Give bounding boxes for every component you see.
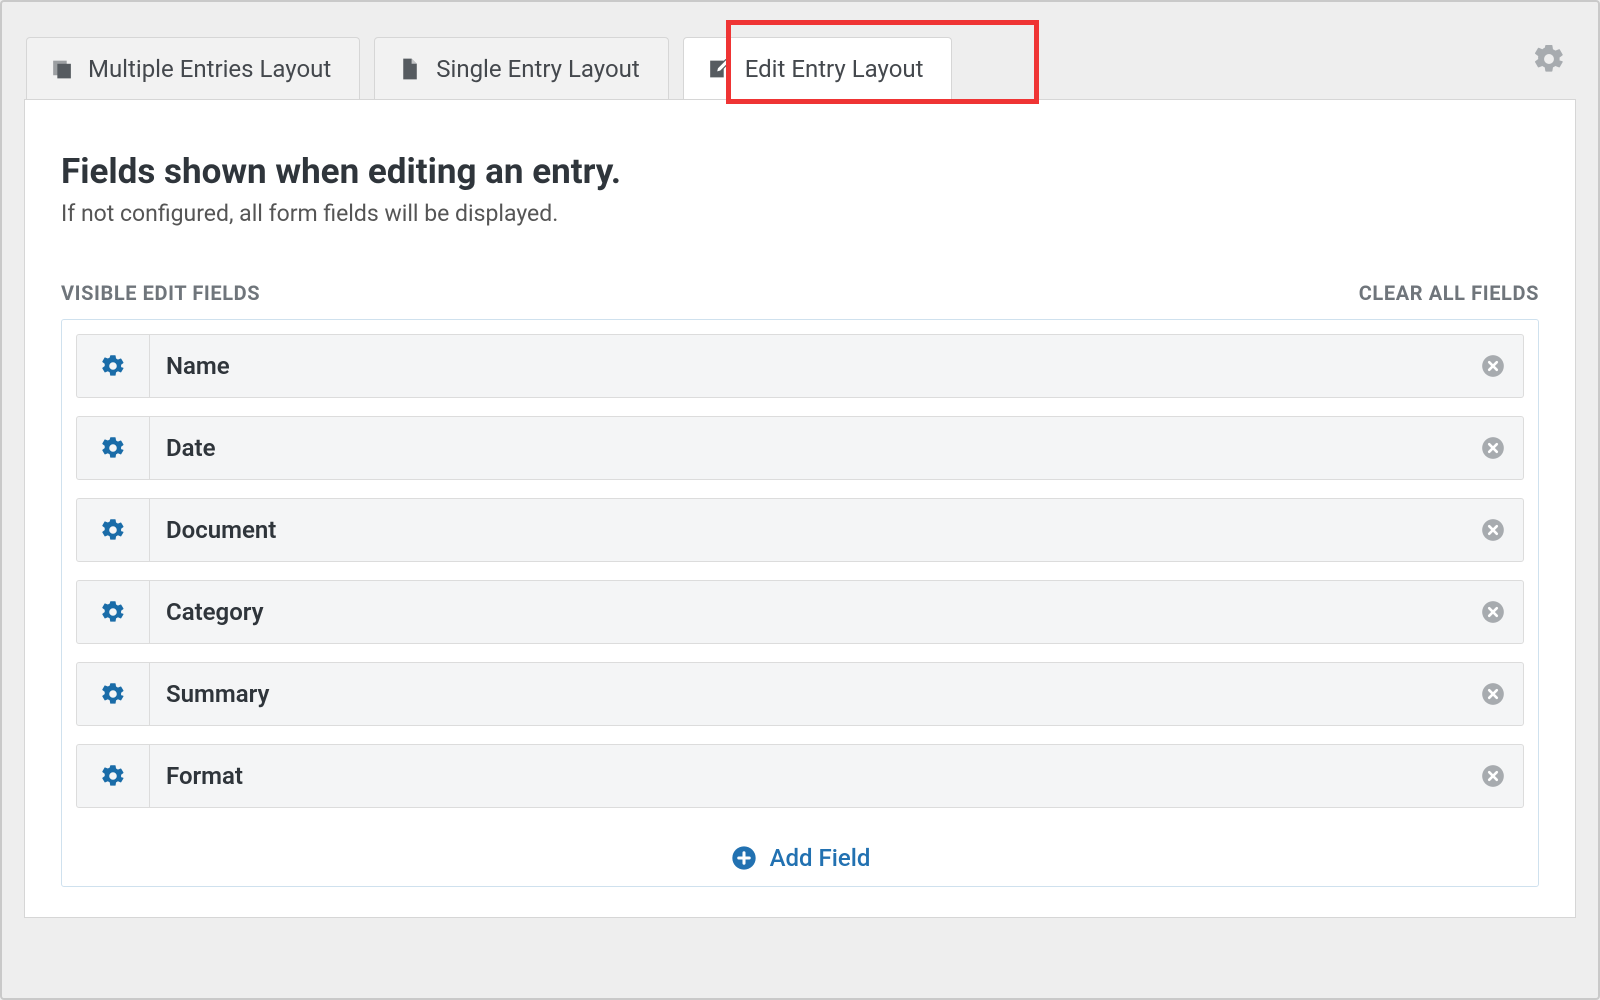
- close-icon: [1480, 353, 1506, 379]
- edit-icon: [706, 56, 731, 81]
- close-icon: [1480, 435, 1506, 461]
- field-remove-button[interactable]: [1463, 663, 1523, 725]
- field-remove-button[interactable]: [1463, 745, 1523, 807]
- close-icon: [1480, 599, 1506, 625]
- field-remove-button[interactable]: [1463, 417, 1523, 479]
- field-settings-button[interactable]: [77, 335, 150, 397]
- gear-icon: [100, 517, 126, 543]
- fields-dropzone[interactable]: Name Date: [61, 319, 1539, 887]
- field-label[interactable]: Date: [150, 417, 1463, 479]
- page-title: Fields shown when editing an entry.: [61, 152, 1539, 192]
- add-field-label: Add Field: [770, 844, 871, 872]
- field-label[interactable]: Name: [150, 335, 1463, 397]
- field-settings-button[interactable]: [77, 663, 150, 725]
- gear-icon: [100, 681, 126, 707]
- edit-layout-panel: Fields shown when editing an entry. If n…: [24, 100, 1576, 918]
- stack-icon: [49, 56, 74, 81]
- field-row[interactable]: Name: [76, 334, 1524, 398]
- visible-fields-label: Visible Edit Fields: [61, 281, 260, 305]
- field-label[interactable]: Summary: [150, 663, 1463, 725]
- field-label[interactable]: Category: [150, 581, 1463, 643]
- gear-icon: [100, 353, 126, 379]
- tab-edit-entry[interactable]: Edit Entry Layout: [683, 37, 953, 99]
- gear-icon: [100, 763, 126, 789]
- gear-icon: [100, 599, 126, 625]
- field-settings-button[interactable]: [77, 581, 150, 643]
- tab-strip: Multiple Entries Layout Single Entry Lay…: [24, 24, 1576, 100]
- field-settings-button[interactable]: [77, 417, 150, 479]
- close-icon: [1480, 763, 1506, 789]
- gear-icon: [1532, 42, 1566, 76]
- field-settings-button[interactable]: [77, 745, 150, 807]
- page-subtitle: If not configured, all form fields will …: [61, 200, 1539, 227]
- close-icon: [1480, 517, 1506, 543]
- field-remove-button[interactable]: [1463, 499, 1523, 561]
- tab-label: Multiple Entries Layout: [88, 55, 331, 83]
- gear-icon: [100, 435, 126, 461]
- field-row[interactable]: Date: [76, 416, 1524, 480]
- plus-circle-icon: [730, 844, 758, 872]
- field-row[interactable]: Format: [76, 744, 1524, 808]
- tab-label: Edit Entry Layout: [745, 55, 924, 83]
- tab-label: Single Entry Layout: [436, 55, 639, 83]
- view-settings-button[interactable]: [1532, 42, 1566, 81]
- tab-multiple-entries[interactable]: Multiple Entries Layout: [26, 37, 360, 99]
- field-label[interactable]: Format: [150, 745, 1463, 807]
- field-row[interactable]: Summary: [76, 662, 1524, 726]
- field-label[interactable]: Document: [150, 499, 1463, 561]
- add-field-button[interactable]: Add Field: [76, 844, 1524, 872]
- field-settings-button[interactable]: [77, 499, 150, 561]
- close-icon: [1480, 681, 1506, 707]
- tab-single-entry[interactable]: Single Entry Layout: [374, 37, 668, 99]
- field-row[interactable]: Category: [76, 580, 1524, 644]
- field-row[interactable]: Document: [76, 498, 1524, 562]
- field-remove-button[interactable]: [1463, 335, 1523, 397]
- page-icon: [397, 56, 422, 81]
- field-remove-button[interactable]: [1463, 581, 1523, 643]
- clear-all-fields-button[interactable]: Clear All Fields: [1359, 281, 1539, 305]
- fields-toolbar: Visible Edit Fields Clear All Fields: [61, 281, 1539, 305]
